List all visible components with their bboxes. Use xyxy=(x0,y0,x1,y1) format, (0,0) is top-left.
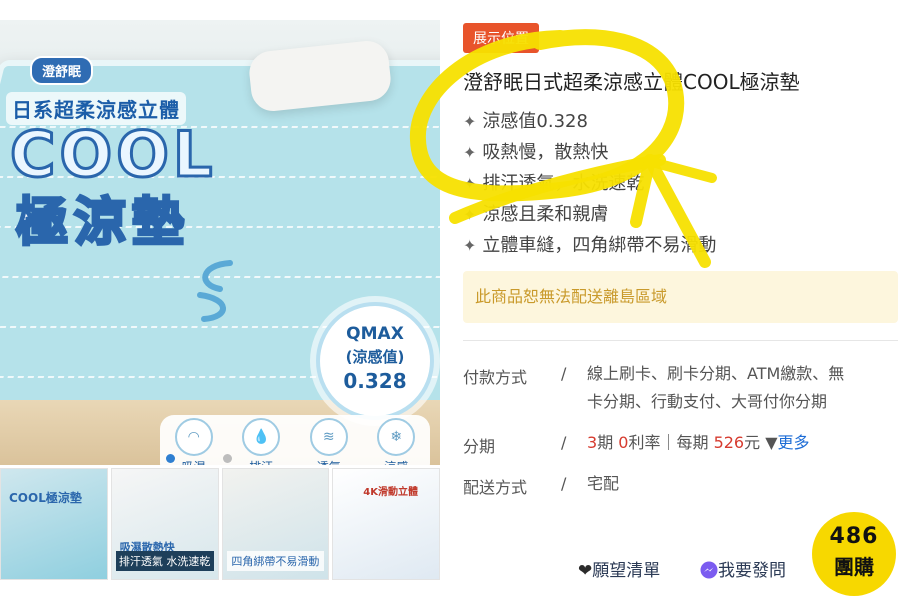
feature-breathable: ≋ 透氣 xyxy=(304,417,354,466)
product-main-image[interactable]: 澄舒眠 日系超柔涼感立體 COOL 極涼墊 QMAX (涼感值) 0.328 ◠… xyxy=(0,20,440,465)
ask-question-label: 我要發問 xyxy=(718,561,786,581)
feature-label: 排汗 xyxy=(249,460,273,466)
airflow-arrow-icon xyxy=(197,260,233,322)
qmax-badge: QMAX (涼感值) 0.328 xyxy=(316,302,434,420)
feature-item: ✦ 涼感且柔和親膚 xyxy=(463,199,716,230)
sparkle-icon: ✦ xyxy=(463,143,477,162)
qmax-sublabel: (涼感值) xyxy=(345,348,405,366)
messenger-icon xyxy=(700,561,718,579)
feature-text: 立體車縫，四角綁帶不易滑動 xyxy=(482,235,717,256)
feature-item: ✦ 涼感值0.328 xyxy=(463,106,716,137)
brand-badge: 澄舒眠 xyxy=(30,56,94,85)
payment-methods-line: 卡分期、行動支付、大哥付你分期 xyxy=(587,392,828,411)
carousel-dots xyxy=(166,454,232,463)
qmax-label: QMAX xyxy=(346,324,404,344)
hero-title: 極涼墊 xyxy=(14,192,191,255)
installment-text: 期 xyxy=(597,433,619,452)
feature-cool: ❄ 涼感 xyxy=(371,417,421,466)
wishlist-label: 願望清單 xyxy=(592,561,661,581)
divider xyxy=(463,340,898,341)
carousel-dot[interactable] xyxy=(223,454,232,463)
installment-info: 3期 0利率｜每期 526元 ▼更多 xyxy=(587,429,900,457)
humidity-icon: ◠ xyxy=(174,417,213,456)
ask-question-button[interactable]: 我要發問 xyxy=(700,556,786,581)
shipping-label: 配送方式 xyxy=(463,478,528,497)
thumbnail-3[interactable]: 四角綁帶不易滑動 xyxy=(221,468,330,580)
feature-item: ✦ 吸熱慢，散熱快 xyxy=(463,137,716,168)
thumbnail-4[interactable]: 4K滑動立體 xyxy=(332,468,440,580)
feature-item: ✦ 立體車縫，四角綁帶不易滑動 xyxy=(463,230,716,261)
promo-badge: 展示位置 xyxy=(463,23,539,53)
logo-word: 團購 xyxy=(834,555,874,579)
shipping-notice: 此商品恕無法配送離島區域 xyxy=(463,271,898,323)
thumbnail-caption: 四角綁帶不易滑動 xyxy=(226,551,325,571)
installment-label: 分期 xyxy=(463,437,496,456)
installment-rate: 0 xyxy=(618,433,629,452)
thumbnail-strip: COOL極涼墊 吸濕散熱快 排汗透氣 水洗速乾 四角綁帶不易滑動 4K滑動立體 xyxy=(0,468,440,580)
sweat-icon: 💧 xyxy=(242,417,281,456)
installment-text: 元 ▼ xyxy=(744,433,778,452)
row-separator: / xyxy=(561,364,567,383)
feature-sweat: 💧 排汗 xyxy=(236,417,286,466)
brand-logo: 486 團購 xyxy=(812,512,896,596)
payment-label: 付款方式 xyxy=(463,368,528,387)
feature-text: 涼感且柔和親膚 xyxy=(482,204,609,225)
feature-text: 吸熱慢，散熱快 xyxy=(482,142,609,163)
thumbnail-1[interactable]: COOL極涼墊 xyxy=(0,468,108,580)
qmax-value: 0.328 xyxy=(343,369,407,393)
row-separator: / xyxy=(561,474,567,493)
payment-methods: 線上刷卡、刷卡分期、ATM繳款、無 卡分期、行動支付、大哥付你分期 xyxy=(587,360,900,416)
carousel-dot-active[interactable] xyxy=(166,454,175,463)
heart-icon: ❤ xyxy=(578,561,593,581)
feature-text: 涼感值0.328 xyxy=(482,111,588,132)
snowflake-icon: ❄ xyxy=(377,417,416,456)
sparkle-icon: ✦ xyxy=(463,174,477,193)
feature-text: 排汗透氣，水洗速乾 xyxy=(482,173,645,194)
product-title: 澄舒眠日式超柔涼感立體COOL極涼墊 xyxy=(463,70,800,94)
installment-text: 利率｜每期 xyxy=(628,433,714,452)
row-separator: / xyxy=(561,433,567,452)
shipping-value: 宅配 xyxy=(587,474,620,493)
feature-list: ✦ 涼感值0.328 ✦ 吸熱慢，散熱快 ✦ 排汗透氣，水洗速乾 ✦ 涼感且柔和親膚 ✦… xyxy=(463,106,716,261)
feature-item: ✦ 排汗透氣，水洗速乾 xyxy=(463,168,716,199)
installment-more-link[interactable]: 更多 xyxy=(778,433,810,452)
feature-label: 涼感 xyxy=(384,460,408,466)
breathable-icon: ≋ xyxy=(309,417,348,456)
thumbnail-label: COOL極涼墊 xyxy=(9,491,82,505)
sparkle-icon: ✦ xyxy=(463,236,477,255)
wishlist-button[interactable]: ❤願望清單 xyxy=(578,556,660,581)
thumbnail-label: 4K滑動立體 xyxy=(363,487,418,498)
sparkle-icon: ✦ xyxy=(463,112,477,131)
logo-number: 486 xyxy=(829,524,879,549)
payment-methods-line: 線上刷卡、刷卡分期、ATM繳款、無 xyxy=(587,364,845,383)
feature-label: 透氣 xyxy=(317,460,341,466)
thumbnail-2[interactable]: 吸濕散熱快 排汗透氣 水洗速乾 xyxy=(110,468,219,580)
thumbnail-caption: 排汗透氣 水洗速乾 xyxy=(115,551,214,571)
sparkle-icon: ✦ xyxy=(463,205,477,224)
installment-amount: 526 xyxy=(713,433,745,452)
installment-count: 3 xyxy=(587,433,598,452)
